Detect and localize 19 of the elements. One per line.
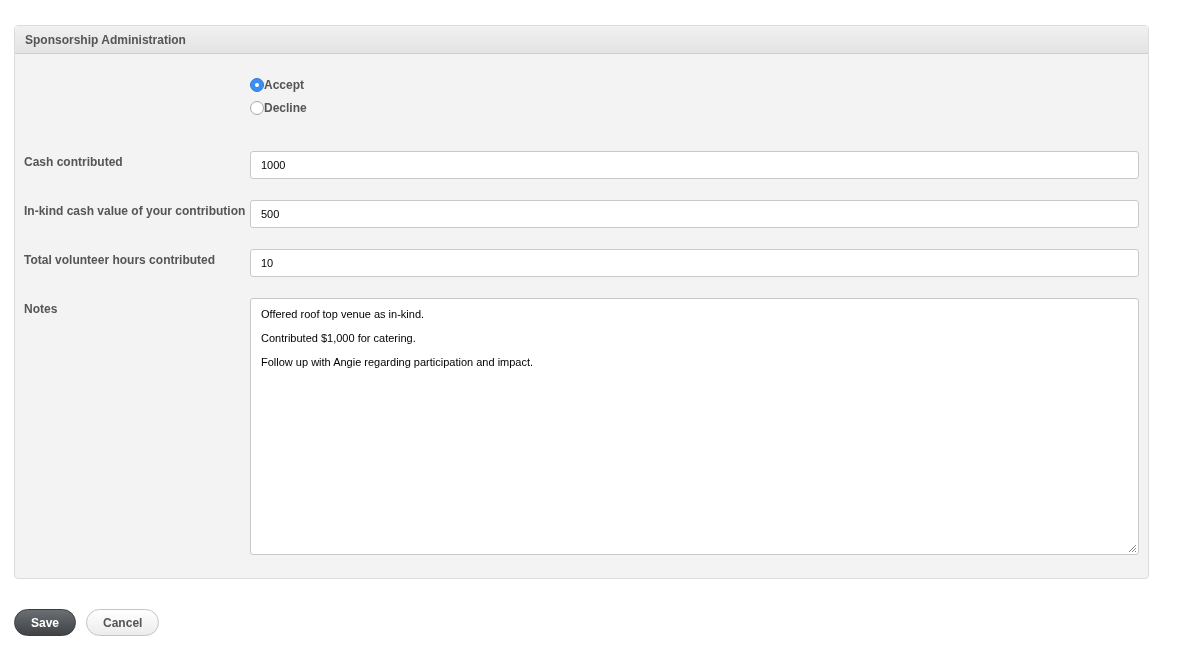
panel-title: Sponsorship Administration: [25, 31, 186, 49]
field-label: In-kind cash value of your contribution: [24, 203, 247, 220]
input-field[interactable]: 1000: [250, 151, 1139, 179]
radio-button[interactable]: [250, 78, 264, 92]
input-field[interactable]: 500: [250, 200, 1139, 228]
field-label: Total volunteer hours contributed: [24, 252, 217, 269]
field-label: Notes: [24, 301, 59, 318]
radio-label[interactable]: Decline: [264, 99, 307, 117]
resize-grip-icon[interactable]: [1128, 544, 1136, 552]
notes-field[interactable]: Offered roof top venue as in-kind. Contributed $1,000 for catering. Follow up with Angie regarding participation and impact.: [250, 298, 1139, 555]
note-text: Follow up with Angie regarding participation and impact.: [261, 355, 535, 370]
save-button[interactable]: Save: [14, 609, 77, 636]
note-text: Contributed $1,000 for catering.: [261, 331, 417, 346]
cancel-button[interactable]: Cancel: [86, 609, 160, 636]
radio-button[interactable]: [250, 101, 264, 115]
radio-label[interactable]: Accept: [264, 76, 304, 94]
field-label: Cash contributed: [24, 154, 124, 171]
input-field[interactable]: 10: [250, 249, 1139, 277]
note-text: Offered roof top venue as in-kind.: [261, 307, 426, 322]
